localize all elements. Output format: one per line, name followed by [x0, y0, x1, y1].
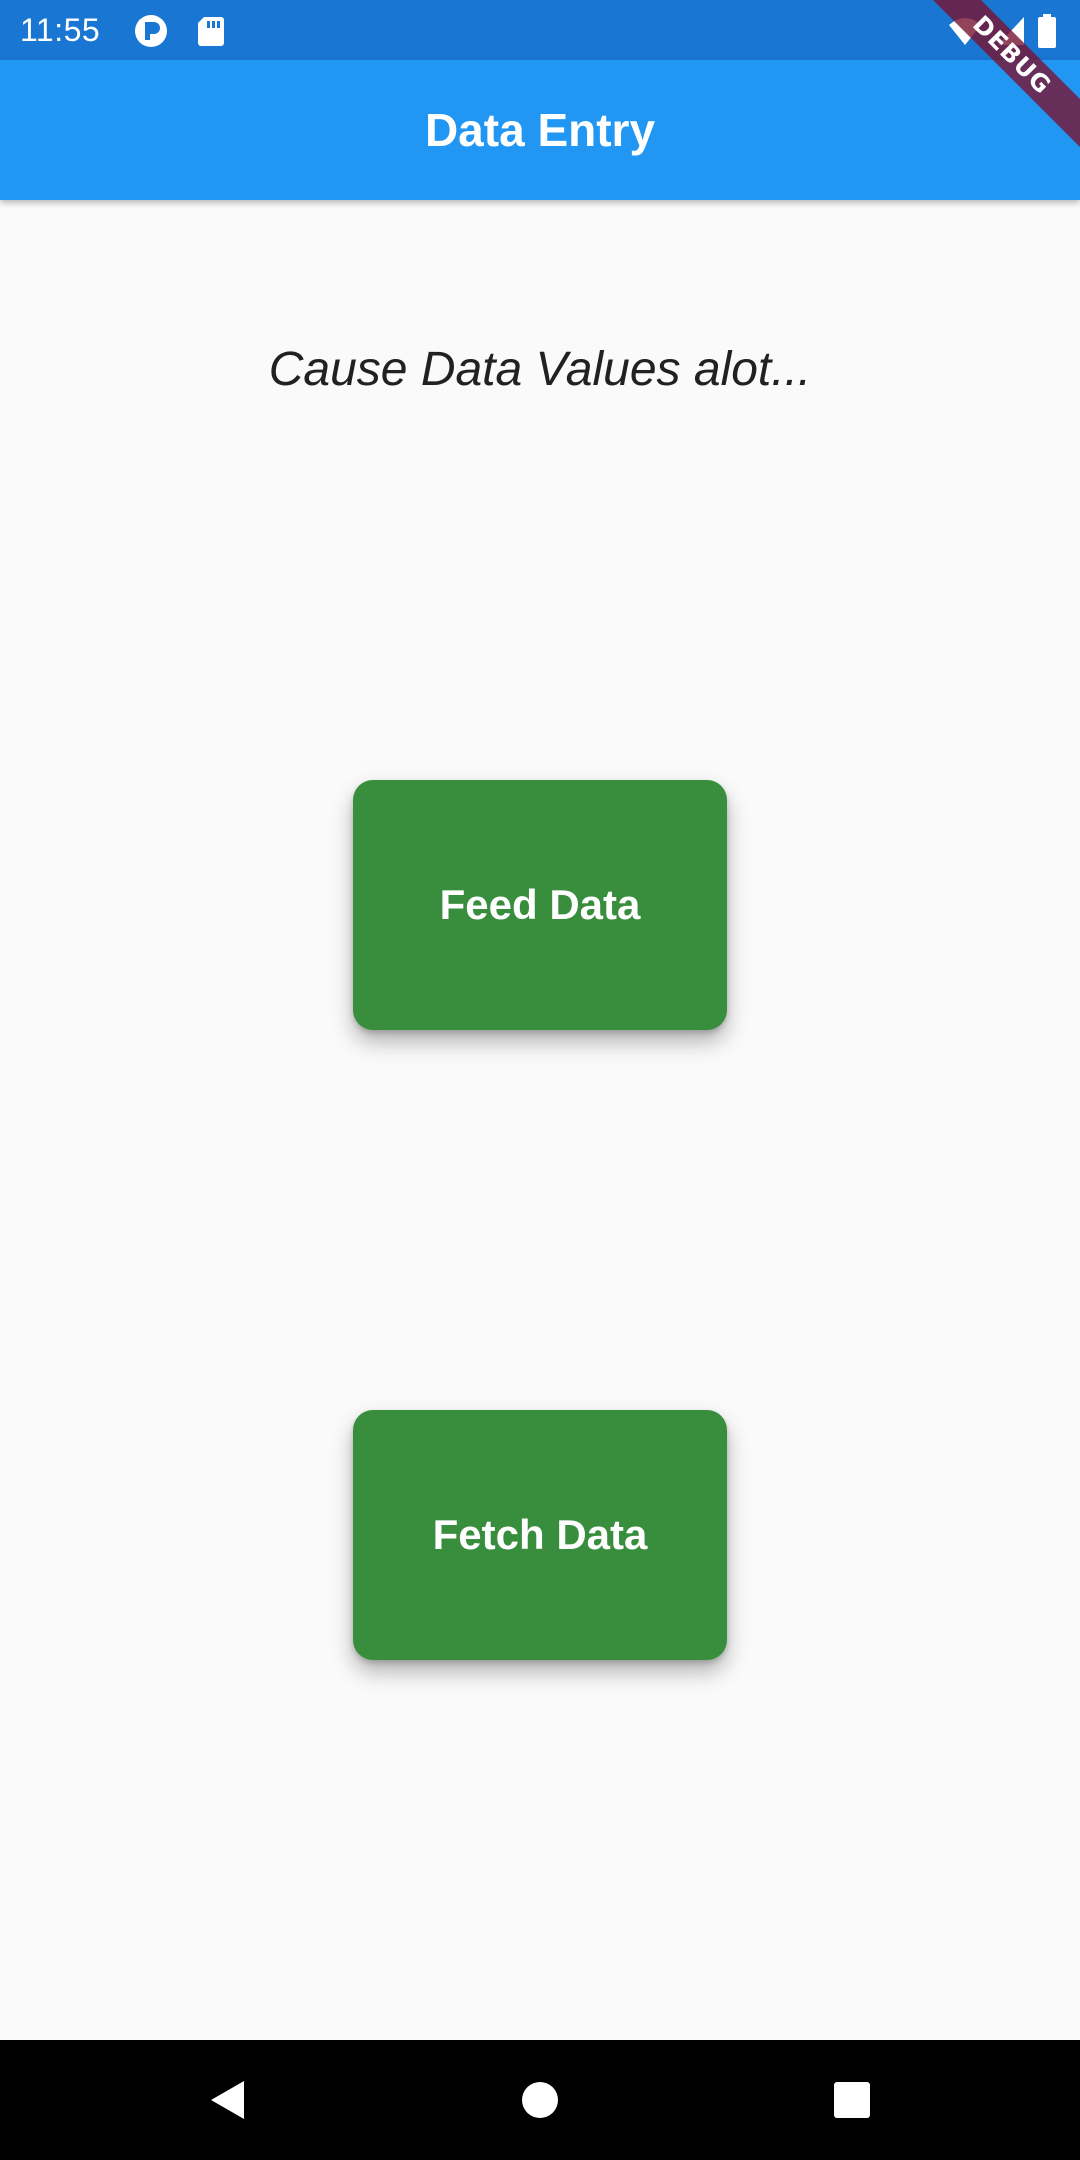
- status-time: 11:55: [20, 12, 101, 48]
- wifi-icon: [948, 14, 982, 48]
- app-bar: Data Entry: [0, 60, 1080, 200]
- recents-button[interactable]: [812, 2060, 892, 2140]
- status-bar: 11:55: [0, 0, 1080, 60]
- signal-icon: [994, 14, 1028, 48]
- battery-icon: [1036, 14, 1058, 48]
- fetch-data-button[interactable]: Fetch Data: [353, 1410, 727, 1660]
- home-button[interactable]: [500, 2060, 580, 2140]
- sd-card-icon: [194, 14, 228, 48]
- back-button[interactable]: [188, 2060, 268, 2140]
- navigation-bar: [0, 2040, 1080, 2160]
- recents-icon: [834, 2082, 870, 2118]
- notification-p-icon: [134, 14, 168, 48]
- subtitle-text: Cause Data Values alot...: [268, 343, 812, 396]
- page-title: Data Entry: [424, 104, 656, 156]
- home-icon: [522, 2082, 558, 2118]
- feed-data-button[interactable]: Feed Data: [353, 780, 727, 1030]
- back-icon: [211, 2081, 244, 2119]
